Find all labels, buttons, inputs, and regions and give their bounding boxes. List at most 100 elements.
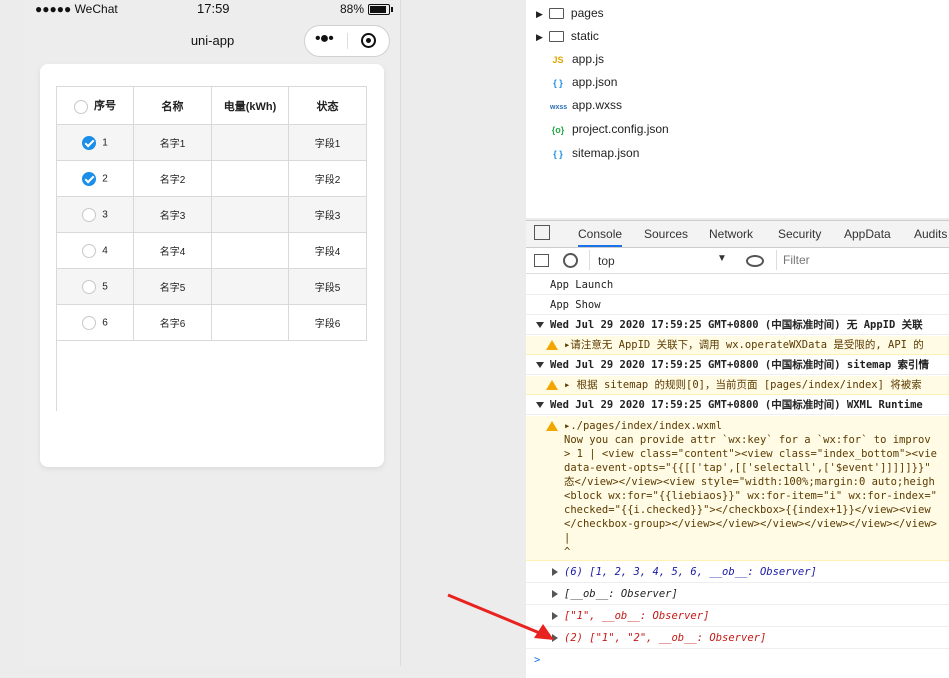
- row-checkbox[interactable]: [82, 171, 97, 186]
- row-checkbox[interactable]: [82, 207, 97, 222]
- header-status: 状态: [288, 86, 367, 125]
- warning-text: ▸请注意无 AppID 关联下，调用 wx.operateWXData 是受限的…: [564, 339, 924, 351]
- warn-line: > 1 | <view class="content"><view class=…: [564, 448, 937, 460]
- config-file-icon: {o}: [551, 125, 565, 135]
- row-name: 名字2: [133, 160, 212, 197]
- editor-blank-area: [826, 0, 949, 218]
- warn-line: ^: [564, 546, 571, 558]
- row-index-cell[interactable]: 5: [56, 268, 134, 305]
- console-output: App Launch App Show Wed Jul 29 2020 17:5…: [526, 274, 949, 678]
- expand-arrow-icon[interactable]: ▶: [536, 9, 543, 19]
- tab-console[interactable]: Console: [578, 227, 623, 247]
- table-row: 5 名字5 字段5: [56, 268, 367, 305]
- context-selector[interactable]: top ▼: [589, 250, 730, 270]
- log-group[interactable]: Wed Jul 29 2020 17:59:25 GMT+0800 (中国标准时…: [526, 316, 949, 335]
- tree-item-app-js[interactable]: JS app.js: [550, 49, 604, 69]
- context-value: top: [598, 254, 615, 268]
- clear-console-icon[interactable]: [563, 253, 578, 268]
- log-group-label: Wed Jul 29 2020 17:59:25 GMT+0800 (中国标准时…: [550, 319, 923, 331]
- tree-item-app-wxss[interactable]: wxss app.wxss: [550, 95, 622, 115]
- tree-item-project-config[interactable]: {o} project.config.json: [550, 119, 669, 139]
- row-index: 1: [102, 137, 108, 149]
- row-index-cell[interactable]: 2: [56, 160, 134, 197]
- tree-item-label: sitemap.json: [572, 146, 640, 160]
- table-header-row: 序号 名称 电量(kWh) 状态: [56, 86, 367, 125]
- row-name: 名字1: [133, 124, 212, 161]
- tree-item-pages[interactable]: ▶ pages: [536, 3, 604, 23]
- content-card: 序号 名称 电量(kWh) 状态 1 名字1 字段1 2 名字2 字段2 3 名…: [40, 64, 384, 467]
- output-line[interactable]: ["1", __ob__: Observer]: [526, 606, 949, 627]
- expand-arrow-icon[interactable]: ▶: [536, 32, 543, 42]
- eye-icon[interactable]: [746, 255, 764, 267]
- tree-item-label: project.config.json: [572, 122, 669, 136]
- tab-network[interactable]: Network: [709, 227, 753, 241]
- row-name: 名字4: [133, 232, 212, 269]
- tree-item-app-json[interactable]: { } app.json: [550, 72, 617, 92]
- warn-line: </checkbox-group></view></view></view></…: [564, 518, 937, 530]
- collapse-arrow-icon[interactable]: [536, 402, 544, 408]
- collapse-arrow-icon[interactable]: [536, 322, 544, 328]
- row-checkbox[interactable]: [82, 135, 97, 150]
- row-checkbox[interactable]: [82, 279, 97, 294]
- row-index: 6: [102, 317, 108, 329]
- row-index-cell[interactable]: 4: [56, 232, 134, 269]
- row-checkbox[interactable]: [82, 315, 97, 330]
- table-empty-area: [56, 341, 367, 411]
- output-line[interactable]: (2) ["1", "2", __ob__: Observer]: [526, 628, 949, 649]
- more-dots-icon[interactable]: •●•: [315, 30, 334, 48]
- warning-icon: [546, 340, 558, 350]
- console-prompt[interactable]: >: [526, 650, 949, 670]
- warn-line: <block wx:for="{{liebiaos}}" wx:for-item…: [564, 490, 937, 502]
- sidebar-toggle-icon[interactable]: [534, 254, 549, 267]
- output-line[interactable]: (6) [1, 2, 3, 4, 5, 6, __ob__: Observer]: [526, 562, 949, 583]
- tab-sources[interactable]: Sources: [644, 227, 688, 241]
- select-all-checkbox[interactable]: [74, 99, 88, 114]
- row-status: 字段2: [288, 160, 367, 197]
- wxss-file-icon: wxss: [550, 104, 568, 111]
- log-line: App Show: [526, 296, 949, 315]
- warning-icon: [546, 421, 558, 431]
- header-name: 名称: [133, 86, 212, 125]
- row-checkbox[interactable]: [82, 243, 97, 258]
- row-name: 名字5: [133, 268, 212, 305]
- row-power: [211, 196, 289, 233]
- row-index-cell[interactable]: 3: [56, 196, 134, 233]
- row-index: 3: [102, 209, 108, 221]
- log-group-label: Wed Jul 29 2020 17:59:25 GMT+0800 (中国标准时…: [550, 359, 929, 371]
- close-target-icon[interactable]: [361, 33, 376, 48]
- tree-item-label: app.js: [572, 52, 605, 66]
- tab-appdata[interactable]: AppData: [844, 227, 891, 241]
- row-status: 字段6: [288, 304, 367, 341]
- row-index-cell[interactable]: 6: [56, 304, 134, 341]
- row-index-cell[interactable]: 1: [56, 124, 134, 161]
- dropdown-arrow-icon[interactable]: ▼: [717, 253, 727, 264]
- log-group[interactable]: Wed Jul 29 2020 17:59:25 GMT+0800 (中国标准时…: [526, 356, 949, 375]
- signal-carrier: ●●●●● WeChat: [35, 2, 118, 16]
- collapse-arrow-icon[interactable]: [536, 362, 544, 368]
- row-power: [211, 124, 289, 161]
- warn-line: checked="{{i.checked}}"></checkbox>{{ind…: [564, 504, 931, 516]
- output-line[interactable]: [__ob__: Observer]: [526, 584, 949, 605]
- row-power: [211, 304, 289, 341]
- inspect-element-icon[interactable]: [534, 225, 550, 240]
- console-toolbar: top ▼: [526, 248, 949, 274]
- output-text: [__ob__: Observer]: [564, 588, 678, 600]
- log-group[interactable]: Wed Jul 29 2020 17:59:25 GMT+0800 (中国标准时…: [526, 396, 949, 415]
- tree-item-sitemap-json[interactable]: { } sitemap.json: [550, 143, 639, 163]
- expand-arrow-icon[interactable]: [552, 568, 558, 576]
- filter-input[interactable]: [776, 250, 949, 270]
- tab-security[interactable]: Security: [778, 227, 821, 241]
- warning-line[interactable]: ▸ 根据 sitemap 的规则[0]，当前页面 [pages/index/in…: [526, 376, 949, 395]
- table-row: 3 名字3 字段3: [56, 196, 367, 233]
- log-line: App Launch: [526, 276, 949, 295]
- wxml-warning-block[interactable]: ▸./pages/index/index.wxml Now you can pr…: [526, 416, 949, 561]
- tab-audits[interactable]: Audits: [914, 227, 947, 241]
- row-name: 名字3: [133, 196, 212, 233]
- warn-line: |: [564, 532, 571, 544]
- warning-line[interactable]: ▸请注意无 AppID 关联下，调用 wx.operateWXData 是受限的…: [526, 336, 949, 355]
- tree-item-static[interactable]: ▶ static: [536, 26, 599, 46]
- header-index[interactable]: 序号: [56, 86, 134, 125]
- table-row: 6 名字6 字段6: [56, 304, 367, 341]
- capsule-menu[interactable]: •●•: [304, 25, 390, 57]
- warn-line: data-event-opts="{{[['tap',[['selectall'…: [564, 462, 931, 474]
